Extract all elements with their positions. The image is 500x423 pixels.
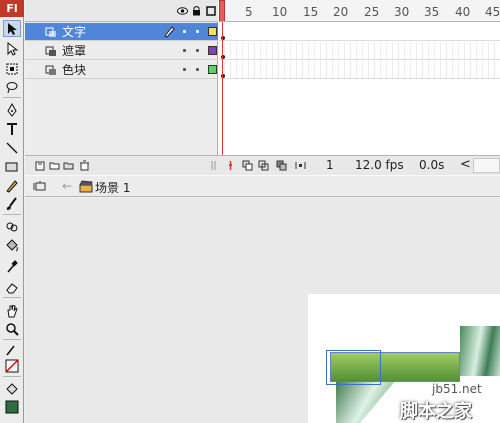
paint-bucket-tool-icon[interactable] — [3, 237, 21, 254]
layer-name: 文字 — [62, 25, 87, 39]
current-frame: 1 — [326, 158, 334, 172]
outline-toggle-icon[interactable] — [205, 5, 216, 16]
stroke-color-icon[interactable] — [3, 341, 21, 358]
layer-row-color-block[interactable]: 色块 — [25, 61, 218, 79]
layer-row-mask[interactable]: 遮罩 — [25, 42, 218, 60]
layer-name: 色块 — [62, 63, 87, 77]
zoom-tool-icon[interactable] — [3, 320, 21, 337]
frame-row[interactable] — [219, 61, 500, 79]
pencil-tool-icon[interactable] — [3, 177, 21, 194]
free-transform-tool-icon[interactable] — [3, 60, 21, 77]
layer-name: 遮罩 — [62, 44, 87, 58]
stroke-swatch-icon[interactable] — [3, 357, 21, 374]
timeline-toggle-icon[interactable] — [33, 180, 47, 193]
ruler-tick-label: 35 — [424, 5, 440, 19]
scene-name[interactable]: 场景 1 — [95, 179, 130, 196]
layer-color-swatch[interactable] — [208, 65, 217, 74]
modify-onion-markers-icon[interactable] — [295, 160, 306, 171]
watermark-url: jb51.net — [432, 382, 482, 396]
timeline-panel: 文字 遮罩 色块 5 10 15 20 25 30 35 40 45 1 12.… — [25, 0, 500, 175]
subselection-tool-icon[interactable] — [3, 40, 21, 57]
new-layer-icon[interactable] — [35, 160, 46, 171]
deco-tool-icon[interactable] — [3, 218, 21, 235]
layer-color-swatch[interactable] — [208, 46, 217, 55]
playhead-line — [222, 22, 223, 155]
layer-color-swatch[interactable] — [208, 27, 217, 36]
lasso-tool-icon[interactable] — [3, 78, 21, 95]
mask-layer-icon — [45, 27, 56, 37]
eraser-tool-icon[interactable] — [3, 278, 21, 295]
flash-logo: Fl — [0, 0, 24, 17]
edit-bar: ← 场景 1 — [25, 175, 500, 197]
selection-box — [326, 350, 381, 385]
new-folder-icon[interactable] — [63, 160, 74, 171]
eyedropper-tool-icon[interactable] — [3, 258, 21, 275]
frame-row[interactable] — [219, 42, 500, 60]
ruler-tick-label: 10 — [272, 5, 288, 19]
new-folder-icon[interactable] — [49, 160, 60, 171]
gradient-wedge[interactable] — [336, 380, 396, 423]
back-arrow-icon[interactable]: ← — [62, 180, 76, 193]
eye-icon[interactable] — [177, 5, 188, 16]
ruler-tick-label: 45 — [485, 5, 500, 19]
pencil-icon — [164, 26, 175, 38]
mask-layer-icon — [45, 46, 56, 56]
ruler-tick-label: 5 — [245, 5, 253, 19]
watermark-name: 脚本之家 — [400, 401, 472, 422]
elapsed-time: 0.0s — [419, 158, 445, 172]
ruler-tick-label: 15 — [303, 5, 319, 19]
pen-tool-icon[interactable] — [3, 101, 21, 118]
selection-tool-icon[interactable] — [3, 20, 21, 37]
frame-row[interactable] — [219, 23, 500, 41]
layer-list: 文字 遮罩 色块 — [25, 0, 218, 175]
fill-color-icon[interactable] — [3, 381, 21, 398]
panel-grip-icon[interactable] — [209, 160, 220, 171]
brush-tool-icon[interactable] — [3, 195, 21, 212]
rectangle-tool-icon[interactable] — [3, 158, 21, 175]
frame-grid[interactable] — [219, 22, 500, 155]
stage-area[interactable] — [25, 198, 500, 423]
fill-swatch-icon[interactable] — [3, 398, 21, 415]
clapper-board-icon — [79, 180, 93, 193]
playhead[interactable] — [219, 0, 225, 21]
lock-icon[interactable] — [191, 5, 202, 16]
tools-panel: Fl — [0, 0, 24, 423]
frame-ruler[interactable]: 5 10 15 20 25 30 35 40 45 — [219, 0, 500, 22]
ruler-tick-label: 20 — [333, 5, 349, 19]
layer-icon — [45, 65, 56, 75]
text-tool-icon[interactable] — [3, 120, 21, 137]
hand-tool-icon[interactable] — [3, 302, 21, 319]
timeline-scrollbar[interactable] — [473, 158, 500, 173]
trash-icon[interactable] — [79, 160, 90, 171]
onion-skin-icon[interactable] — [242, 160, 253, 171]
layer-row-text[interactable]: 文字 — [25, 23, 218, 41]
scroll-left-button[interactable]: < — [460, 157, 471, 172]
layer-header — [25, 0, 218, 22]
timeline-status-bar: 1 12.0 fps 0.0s < — [25, 155, 500, 175]
center-frame-icon[interactable] — [225, 160, 236, 171]
line-tool-icon[interactable] — [3, 139, 21, 156]
frame-rate[interactable]: 12.0 fps — [355, 158, 404, 172]
ruler-tick-label: 30 — [394, 5, 410, 19]
gradient-shape[interactable] — [460, 326, 500, 376]
ruler-tick-label: 25 — [364, 5, 380, 19]
onion-skin-outlines-icon[interactable] — [258, 160, 269, 171]
edit-multiple-frames-icon[interactable] — [276, 160, 287, 171]
ruler-tick-label: 40 — [455, 5, 471, 19]
